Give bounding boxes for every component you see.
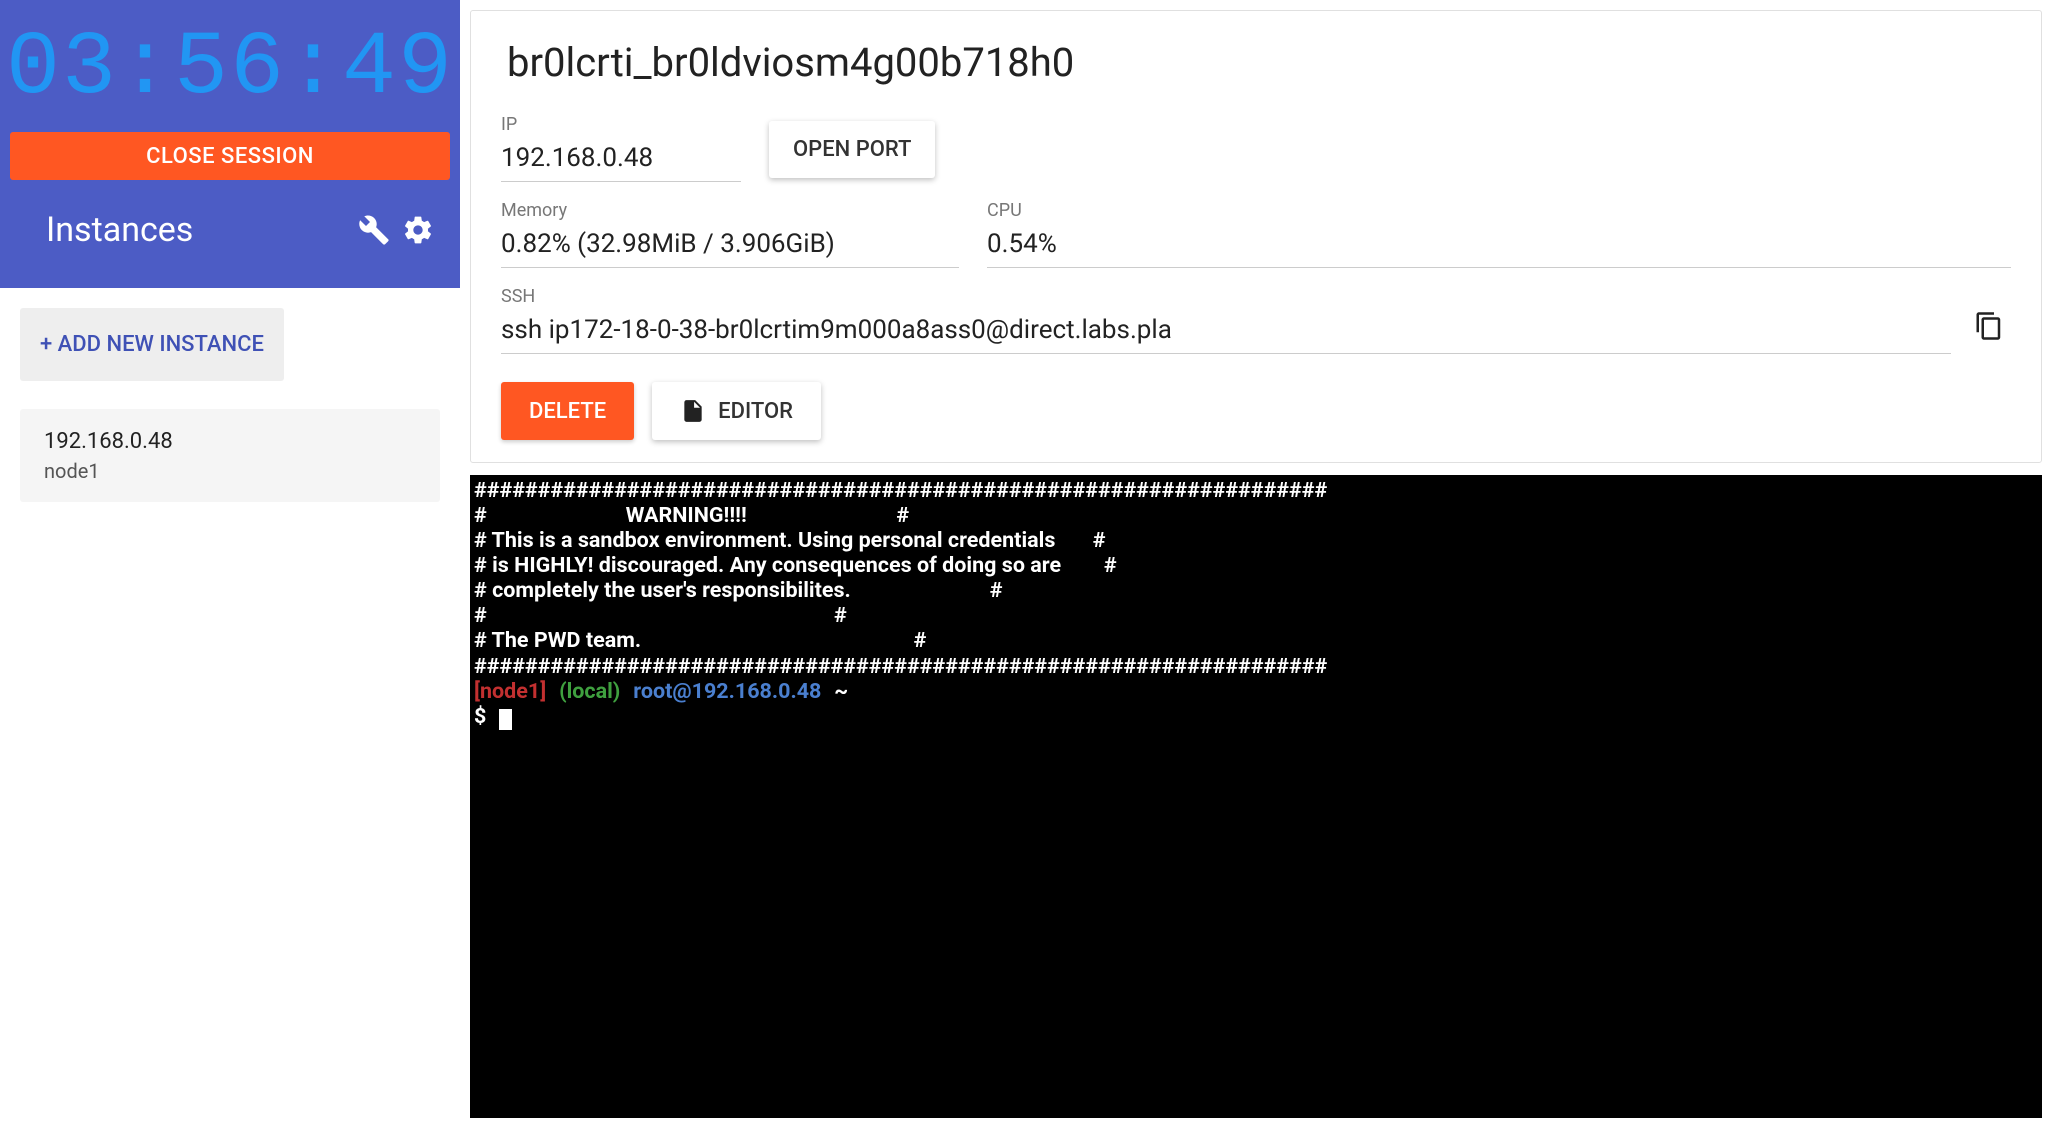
sidebar-body: + ADD NEW INSTANCE 192.168.0.48 node1 xyxy=(0,288,460,522)
ssh-value: ssh ip172-18-0-38-br0lcrtim9m000a8ass0@d… xyxy=(501,315,1951,354)
prompt-local: (local) xyxy=(559,679,620,704)
session-timer: 03:56:49 xyxy=(0,0,460,132)
cpu-field: CPU 0.54% xyxy=(987,200,2011,268)
ip-row: IP 192.168.0.48 OPEN PORT xyxy=(501,114,2011,182)
copy-ssh-button[interactable] xyxy=(1967,304,2011,348)
terminal-banner-line: # is HIGHLY! discouraged. Any consequenc… xyxy=(474,553,1117,578)
file-icon xyxy=(680,398,706,424)
memory-value: 0.82% (32.98MiB / 3.906GiB) xyxy=(501,229,959,268)
terminal-banner-line: # The PWD team. # xyxy=(474,628,926,653)
instance-item-ip: 192.168.0.48 xyxy=(44,427,416,458)
editor-button-label: EDITOR xyxy=(718,399,793,424)
ip-label: IP xyxy=(501,114,741,135)
ssh-label: SSH xyxy=(501,286,1951,307)
instance-item-name: node1 xyxy=(44,458,416,484)
gear-icon[interactable] xyxy=(396,208,440,252)
prompt-node: [node1] xyxy=(474,679,546,704)
terminal-banner-line: # This is a sandbox environment. Using p… xyxy=(474,528,1106,553)
terminal-cursor xyxy=(499,709,512,730)
terminal[interactable]: ########################################… xyxy=(470,475,2042,1118)
sidebar: 03:56:49 CLOSE SESSION Instances + ADD N… xyxy=(0,0,460,1128)
stats-row: Memory 0.82% (32.98MiB / 3.906GiB) CPU 0… xyxy=(501,200,2011,268)
prompt-symbol: $ xyxy=(474,704,486,729)
open-port-button[interactable]: OPEN PORT xyxy=(769,121,935,178)
action-row: DELETE EDITOR xyxy=(501,382,2011,440)
instance-details-card: br0lcrti_br0ldviosm4g00b718h0 IP 192.168… xyxy=(470,10,2042,463)
terminal-banner-line: ########################################… xyxy=(474,654,1327,679)
close-session-button[interactable]: CLOSE SESSION xyxy=(10,132,450,180)
terminal-banner-line: ########################################… xyxy=(474,478,1327,503)
instance-item[interactable]: 192.168.0.48 node1 xyxy=(20,409,440,502)
instance-title: br0lcrti_br0ldviosm4g00b718h0 xyxy=(507,39,2011,86)
memory-label: Memory xyxy=(501,200,959,221)
instances-header: Instances xyxy=(0,180,460,270)
ssh-field: SSH ssh ip172-18-0-38-br0lcrtim9m000a8as… xyxy=(501,286,1951,354)
main: br0lcrti_br0ldviosm4g00b718h0 IP 192.168… xyxy=(460,0,2052,1128)
memory-field: Memory 0.82% (32.98MiB / 3.906GiB) xyxy=(501,200,959,268)
terminal-banner-line: # completely the user's responsibilites.… xyxy=(474,578,1002,603)
terminal-banner-line: # WARNING!!!! # xyxy=(474,503,909,528)
terminal-banner-line: # # xyxy=(474,603,847,628)
wrench-icon[interactable] xyxy=(352,208,396,252)
copy-icon xyxy=(1974,311,2004,341)
prompt-user: root@192.168.0.48 xyxy=(633,679,821,704)
add-instance-button[interactable]: + ADD NEW INSTANCE xyxy=(20,308,284,381)
ip-value: 192.168.0.48 xyxy=(501,143,741,182)
prompt-path: ~ xyxy=(834,679,848,704)
editor-button[interactable]: EDITOR xyxy=(652,382,821,440)
instances-title: Instances xyxy=(46,210,352,250)
cpu-label: CPU xyxy=(987,200,2011,221)
cpu-value: 0.54% xyxy=(987,229,2011,268)
ssh-row: SSH ssh ip172-18-0-38-br0lcrtim9m000a8as… xyxy=(501,286,2011,354)
delete-button[interactable]: DELETE xyxy=(501,382,634,440)
sidebar-head: 03:56:49 CLOSE SESSION Instances xyxy=(0,0,460,288)
ip-field: IP 192.168.0.48 xyxy=(501,114,741,182)
